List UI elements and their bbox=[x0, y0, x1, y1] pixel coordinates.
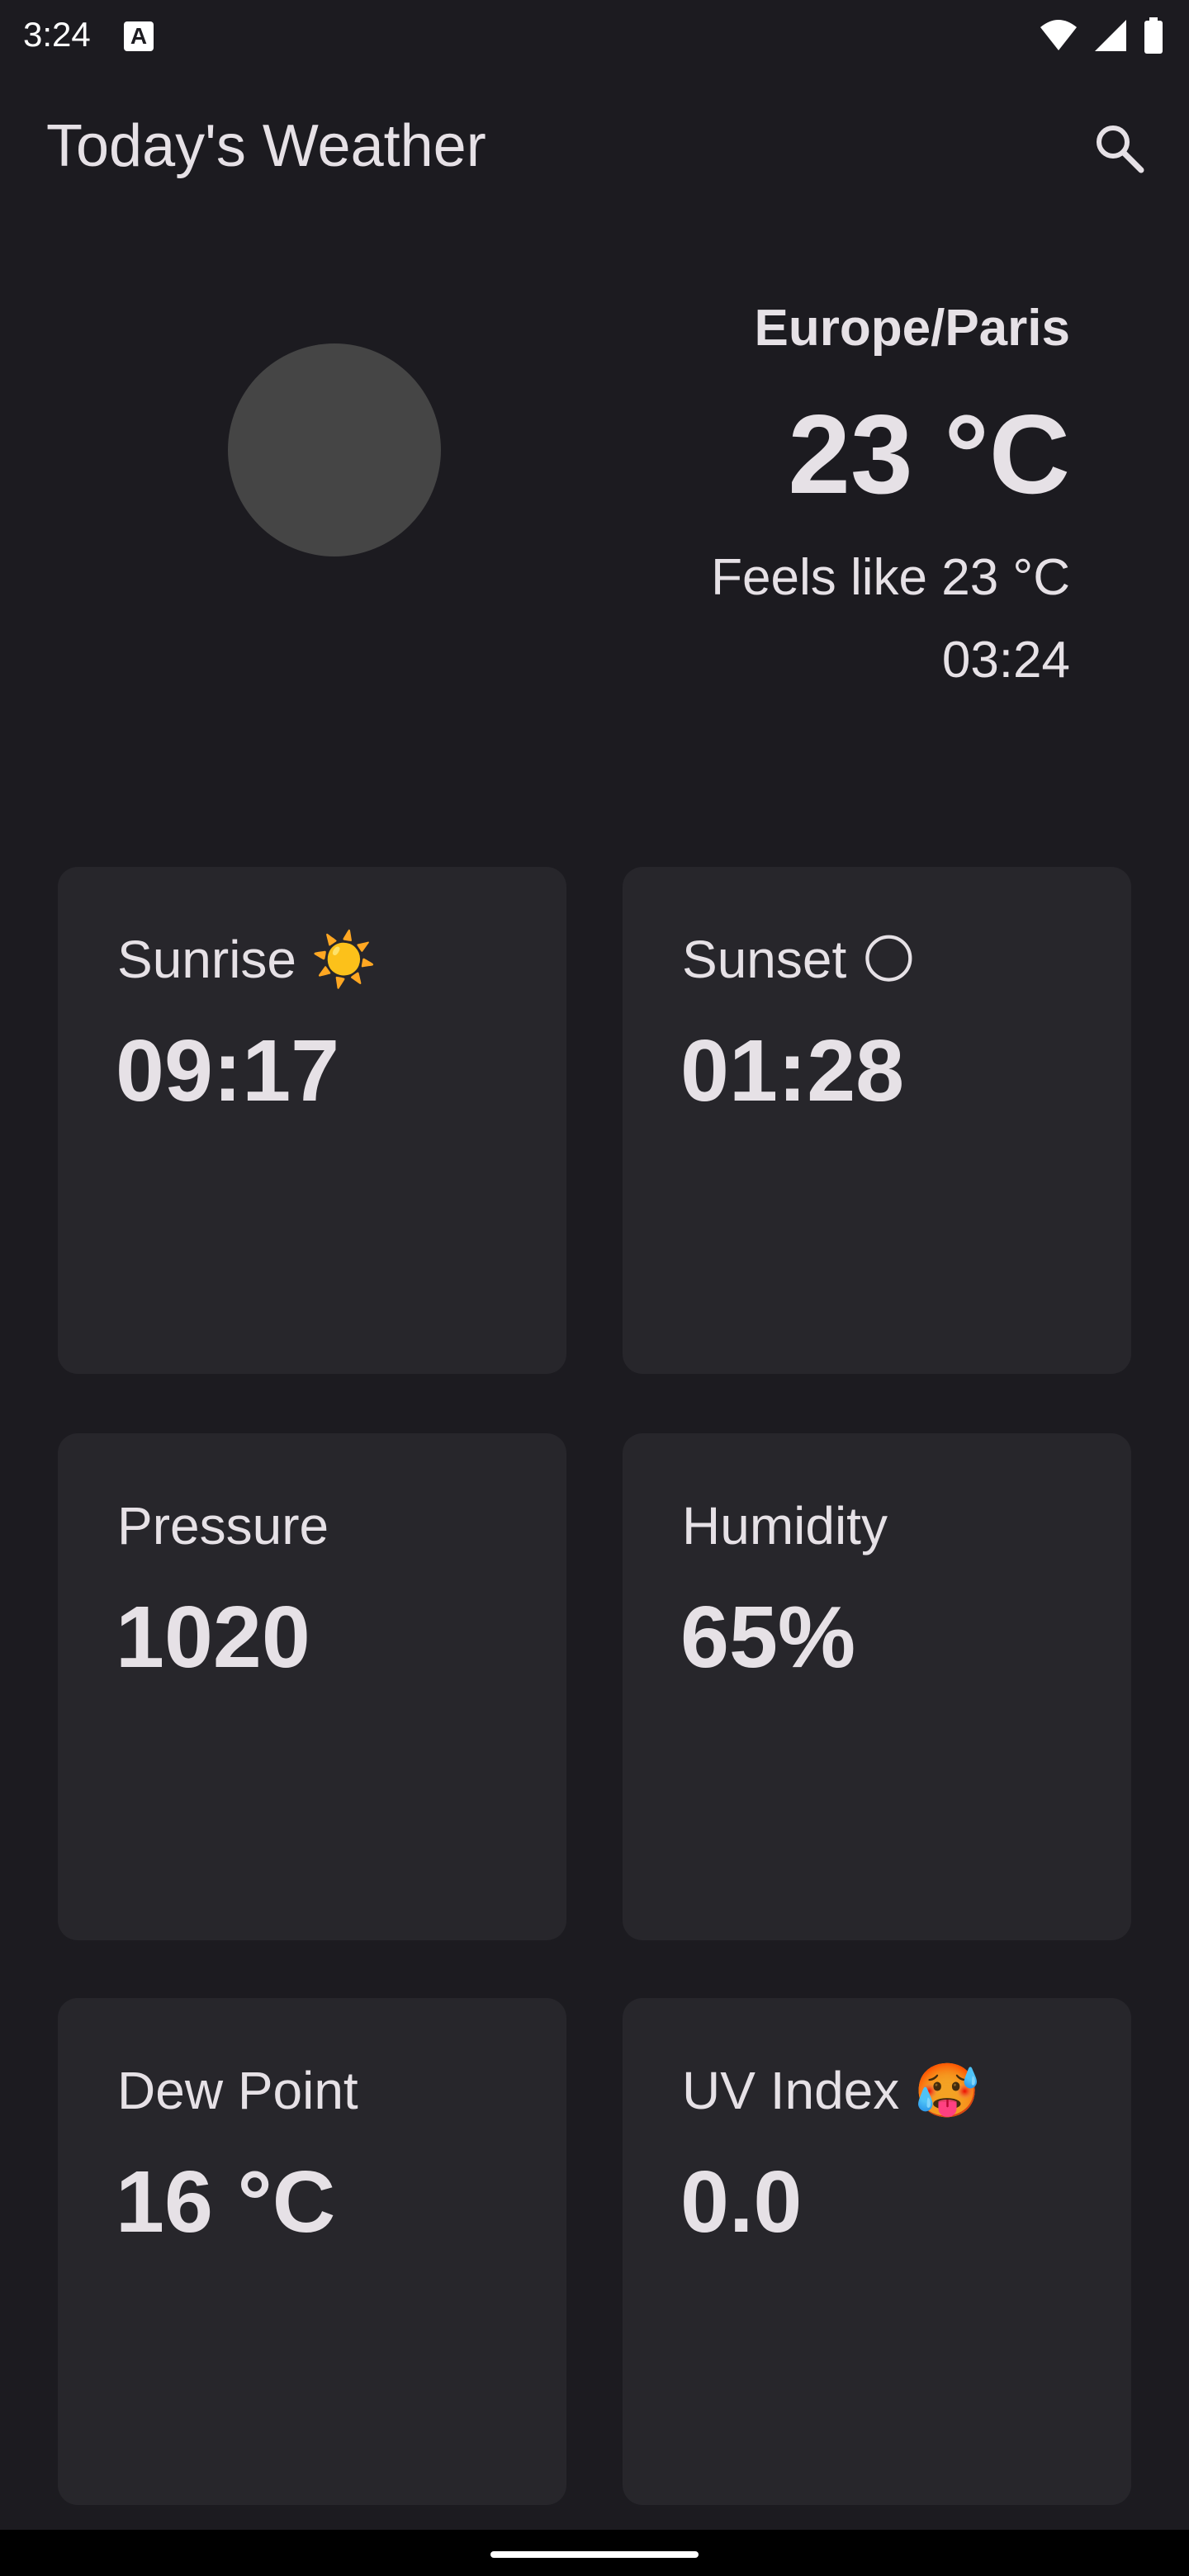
page-title: Today's Weather bbox=[46, 113, 486, 179]
card-label: Sunrise ☀️ bbox=[117, 930, 377, 989]
location-label: Europe/Paris bbox=[754, 300, 1070, 357]
card-label: Dew Point bbox=[117, 2061, 358, 2120]
battery-icon bbox=[1144, 17, 1163, 54]
pressure-card: Pressure 1020 bbox=[58, 1433, 566, 1940]
card-value: 01:28 bbox=[680, 1022, 905, 1120]
card-label: UV Index 🥵 bbox=[682, 2061, 980, 2120]
search-button[interactable] bbox=[1082, 111, 1156, 185]
navigation-bar bbox=[0, 2530, 1189, 2576]
uv-index-card: UV Index 🥵 0.0 bbox=[623, 1998, 1131, 2505]
home-gesture-handle[interactable] bbox=[490, 2551, 699, 2558]
signal-icon bbox=[1095, 20, 1126, 51]
feels-like: Feels like 23 °C bbox=[711, 549, 1070, 606]
wifi-icon bbox=[1040, 20, 1077, 50]
sunset-card: Sunset 🌕 01:28 bbox=[623, 867, 1131, 1374]
status-time: 3:24 bbox=[23, 15, 91, 54]
status-icons bbox=[1039, 15, 1164, 56]
local-time: 03:24 bbox=[941, 632, 1070, 689]
a-icon: A bbox=[124, 21, 154, 51]
weather-image bbox=[228, 343, 441, 556]
card-value: 0.0 bbox=[680, 2153, 803, 2251]
search-icon bbox=[1097, 125, 1144, 173]
card-value: 1020 bbox=[116, 1589, 310, 1686]
dew-point-card: Dew Point 16 °C bbox=[58, 1998, 566, 2505]
card-value: 09:17 bbox=[116, 1022, 340, 1120]
sunrise-card: Sunrise ☀️ 09:17 bbox=[58, 867, 566, 1374]
card-value: 65% bbox=[680, 1589, 856, 1686]
temperature: 23 °C bbox=[788, 391, 1070, 517]
humidity-card: Humidity 65% bbox=[623, 1433, 1131, 1940]
card-value: 16 °C bbox=[116, 2153, 336, 2251]
status-bar: 3:24 A bbox=[0, 0, 1189, 69]
card-label: Sunset 🌕 bbox=[682, 930, 917, 989]
card-label: Humidity bbox=[682, 1496, 888, 1556]
card-label: Pressure bbox=[117, 1496, 329, 1556]
